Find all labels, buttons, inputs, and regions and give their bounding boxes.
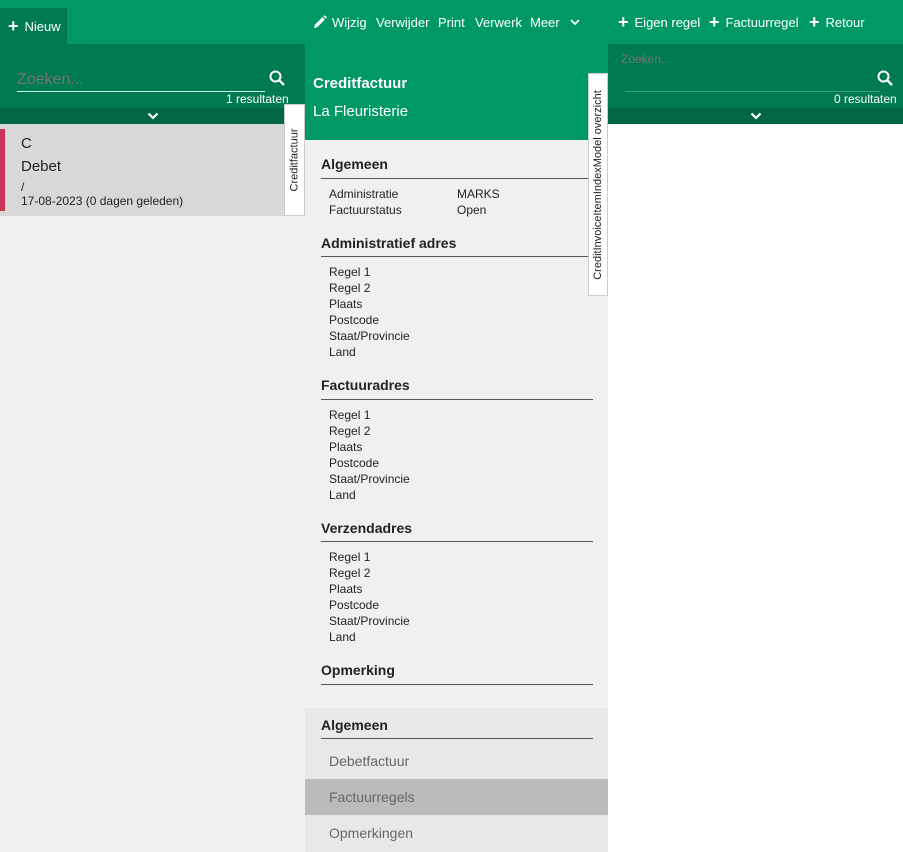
delete-button[interactable]: Verwijder (376, 0, 429, 44)
more-button[interactable]: Meer (530, 0, 580, 44)
process-button[interactable]: Verwerk (475, 0, 522, 44)
page-title: Creditfactuur (313, 75, 408, 92)
tab-creditinvoiceitem-overview[interactable]: CreditInvoiceItemIndexModel overzicht (588, 73, 608, 296)
field-label: Plaats (329, 297, 363, 311)
field-label: Land (329, 630, 356, 644)
chevron-down-icon (569, 18, 580, 26)
nav-item-debetfactuur[interactable]: Debetfactuur (305, 743, 608, 779)
list-item-title: C (21, 135, 32, 152)
section-title-invoice-address: Factuuradres (321, 377, 410, 393)
right-expand-bar[interactable] (608, 108, 903, 124)
field-label: Land (329, 488, 356, 502)
edit-button[interactable]: Wijzig (313, 0, 367, 44)
detail-nav: Algemeen Debetfactuur Factuurregels Opme… (305, 708, 608, 852)
search-icon[interactable] (877, 70, 893, 86)
field-label: Staat/Provincie (329, 329, 410, 343)
left-search-input[interactable] (17, 68, 265, 92)
status-accent-bar (0, 129, 5, 211)
right-result-count: 0 resultaten (834, 92, 897, 106)
plus-icon: + (809, 12, 820, 32)
tab-creditfactuur[interactable]: Creditfactuur (284, 104, 305, 216)
left-expand-bar[interactable] (0, 108, 305, 124)
list-item-subtitle: Debet (21, 158, 62, 175)
nav-item-opmerkingen[interactable]: Opmerkingen (305, 815, 608, 851)
field-label: Regel 2 (329, 281, 371, 295)
field-label: Regel 1 (329, 550, 371, 564)
pencil-icon (313, 15, 327, 29)
print-button[interactable]: Print (438, 0, 465, 44)
right-search-area: 0 resultaten (608, 44, 903, 124)
field-label: Regel 2 (329, 566, 371, 580)
divider (321, 256, 593, 257)
detail-header: Creditfactuur La Fleuristerie (305, 44, 608, 140)
page-subtitle: La Fleuristerie (313, 103, 409, 120)
field-label: Postcode (329, 456, 380, 470)
top-toolbar: + Nieuw Wijzig Verwijder Print Verwerk M… (0, 0, 903, 44)
left-result-count: 1 resultaten (226, 92, 289, 106)
field-label: Postcode (329, 598, 380, 612)
field-label: Administratie (329, 187, 399, 201)
detail-panel: Creditfactuur La Fleuristerie Algemeen A… (305, 44, 608, 852)
field-label: Factuurstatus (329, 203, 402, 217)
field-label: Regel 1 (329, 265, 371, 279)
divider (321, 399, 593, 400)
add-return-button[interactable]: + Retour (809, 0, 865, 44)
divider (321, 541, 593, 542)
field-label: Staat/Provincie (329, 614, 410, 628)
list-item-line: / (21, 180, 25, 194)
divider (321, 738, 593, 739)
search-icon[interactable] (269, 70, 285, 86)
new-button[interactable]: + Nieuw (0, 8, 67, 44)
field-label: Regel 2 (329, 424, 371, 438)
section-title-admin-address: Administratief adres (321, 235, 457, 251)
field-value: Open (457, 203, 487, 217)
right-list-panel: 0 resultaten (608, 44, 903, 852)
chevron-down-icon (750, 112, 762, 120)
section-title-remark: Opmerking (321, 662, 395, 678)
plus-icon: + (8, 16, 19, 36)
field-value: MARKS (457, 187, 500, 201)
divider (321, 178, 593, 179)
list-item[interactable]: C Debet / 17-08-2023 (0 dagen geleden) (0, 124, 290, 216)
nav-item-factuurregels[interactable]: Factuurregels (305, 779, 608, 815)
field-label: Plaats (329, 582, 363, 596)
section-title-general: Algemeen (321, 156, 388, 172)
chevron-down-icon (147, 112, 159, 120)
add-own-line-button[interactable]: + Eigen regel (618, 0, 700, 44)
field-label: Postcode (329, 313, 380, 327)
right-search-input[interactable] (621, 50, 871, 68)
add-invoice-line-button[interactable]: + Factuurregel (709, 0, 799, 44)
plus-icon: + (618, 12, 629, 32)
divider (321, 684, 593, 685)
field-label: Plaats (329, 440, 363, 454)
field-label: Land (329, 345, 356, 359)
section-title-shipping-address: Verzendadres (321, 520, 413, 536)
nav-section-title: Algemeen (321, 717, 388, 733)
field-label: Regel 1 (329, 408, 371, 422)
list-item-date: 17-08-2023 (0 dagen geleden) (21, 194, 184, 208)
plus-icon: + (709, 12, 720, 32)
field-label: Staat/Provincie (329, 472, 410, 486)
left-list-panel: 1 resultaten C Debet / 17-08-2023 (0 dag… (0, 44, 305, 852)
left-search-area: 1 resultaten (0, 44, 305, 124)
